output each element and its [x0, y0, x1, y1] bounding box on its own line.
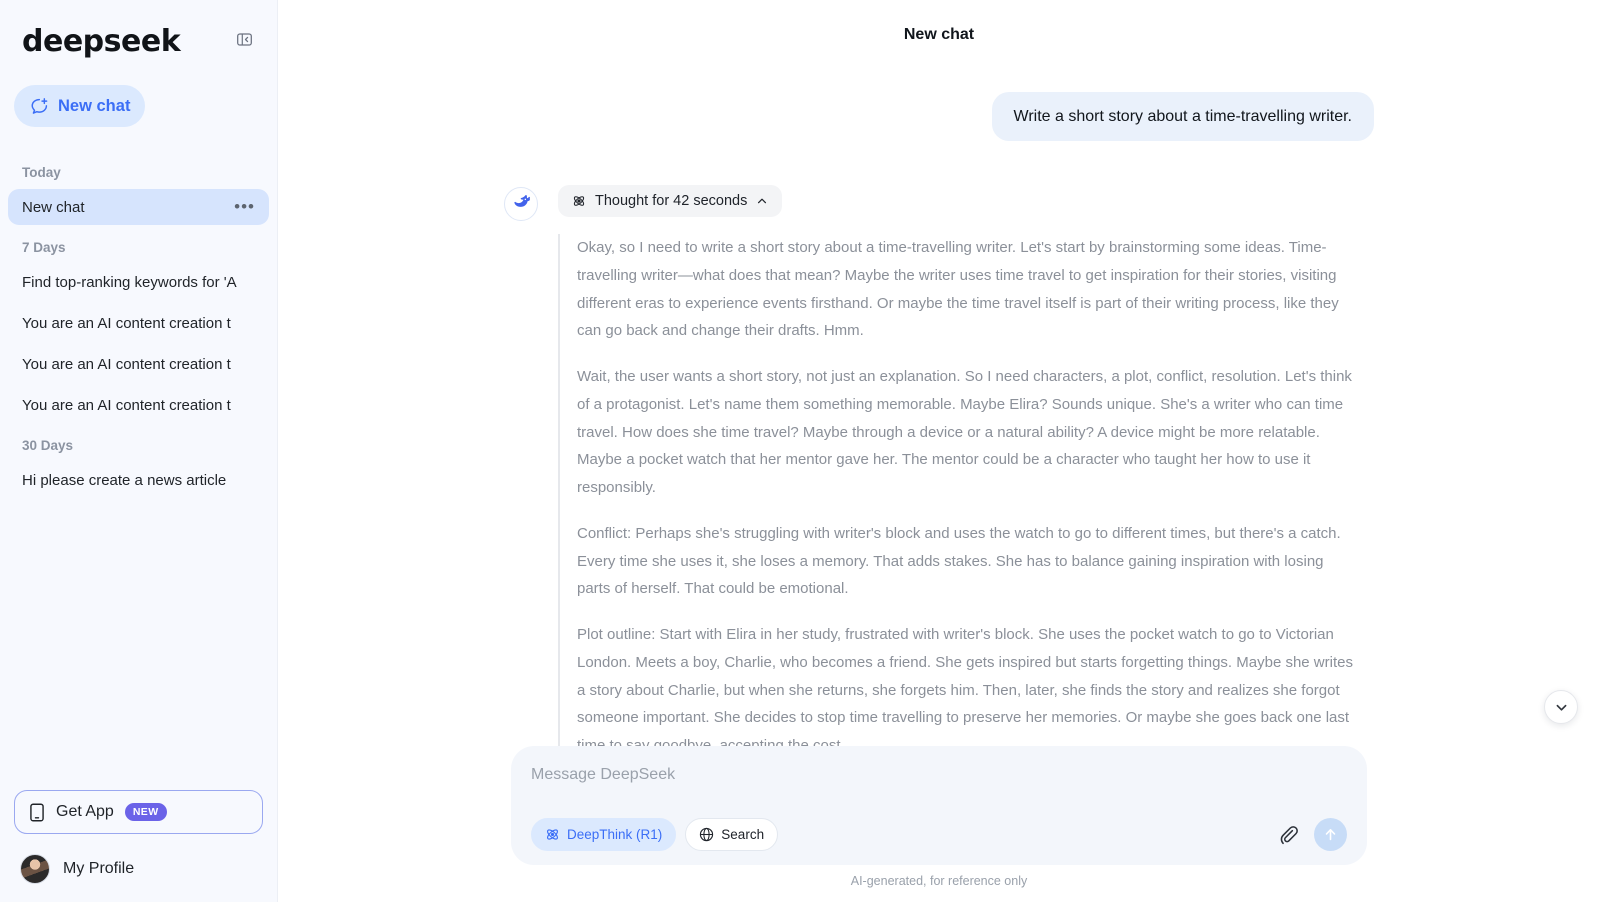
profile-label: My Profile — [63, 860, 135, 877]
history-item[interactable]: You are an AI content creation t — [8, 346, 269, 382]
history-group-label: Today — [22, 165, 61, 180]
ellipsis-icon[interactable]: ••• — [234, 198, 255, 215]
thinking-paragraph: Plot outline: Start with Elira in her st… — [577, 626, 1353, 754]
deepseek-app: deepseek New chat Today New chat ••• 7 D… — [0, 0, 1600, 902]
chat-header: New chat — [278, 0, 1600, 70]
sidebar-footer: Get App NEW My Profile — [0, 790, 277, 902]
history-group-label: 30 Days — [22, 438, 74, 453]
composer[interactable]: DeepThink (R1) Search — [511, 745, 1367, 865]
brand-logo[interactable]: deepseek — [22, 24, 181, 59]
message-input[interactable] — [531, 763, 1347, 786]
history-item[interactable]: You are an AI content creation t — [8, 305, 269, 341]
chevron-up-icon — [758, 198, 767, 204]
search-toggle-button[interactable]: Search — [685, 818, 779, 851]
assistant-message-row: Thought for 42 seconds Okay, so I need t… — [504, 185, 1374, 760]
history-group-today: Today New chat ••• — [8, 155, 269, 225]
thinking-paragraph: Okay, so I need to write a short story a… — [577, 239, 1339, 340]
new-chat-plus-icon — [31, 97, 48, 114]
brand-name: deepseek — [22, 24, 181, 59]
user-message-row: Write a short story about a time-travell… — [504, 92, 1374, 142]
history-item-title: You are an AI content creation t — [22, 396, 231, 414]
atom-thinking-icon — [573, 196, 585, 206]
history-item-new-chat[interactable]: New chat ••• — [8, 189, 269, 225]
new-badge: NEW — [124, 803, 167, 821]
history-group-label: 7 Days — [22, 240, 66, 255]
send-message-button[interactable] — [1314, 818, 1347, 851]
deepseek-whale-avatar-icon — [513, 194, 530, 207]
history-item-title: You are an AI content creation t — [22, 355, 231, 373]
avatar — [20, 854, 50, 884]
main-panel: New chat Write a short story about a tim… — [278, 0, 1600, 902]
history-item[interactable]: You are an AI content creation t — [8, 387, 269, 423]
get-app-label: Get App — [56, 803, 114, 820]
history-item-title: New chat — [22, 198, 85, 216]
attach-file-button[interactable] — [1278, 825, 1298, 845]
history-item-title: Find top-ranking keywords for 'A — [22, 273, 237, 291]
atom-icon — [547, 829, 558, 840]
history-item-title: Hi please create a news article — [22, 471, 227, 489]
deepthink-label: DeepThink (R1) — [567, 827, 663, 842]
paperclip-icon — [1280, 825, 1298, 844]
get-app-button[interactable]: Get App NEW — [14, 790, 263, 834]
new-chat-button[interactable]: New chat — [14, 85, 145, 127]
assistant-avatar — [504, 187, 538, 222]
sidebar-collapse-button[interactable] — [231, 26, 257, 52]
thought-summary-toggle[interactable]: Thought for 42 seconds — [558, 185, 783, 218]
thinking-paragraph: Wait, the user wants a short story, not … — [577, 368, 1352, 497]
history-group-7-days: 7 Days Find top-ranking keywords for 'A … — [8, 230, 269, 423]
thinking-block: Okay, so I need to write a short story a… — [558, 234, 1358, 760]
chat-history-list: Today New chat ••• 7 Days Find top-ranki… — [0, 155, 277, 790]
user-message-bubble: Write a short story about a time-travell… — [991, 92, 1374, 142]
globe-icon — [700, 827, 714, 842]
deepthink-toggle-button[interactable]: DeepThink (R1) — [531, 818, 677, 851]
mobile-phone-icon — [30, 803, 44, 821]
panel-collapse-icon — [236, 32, 252, 46]
arrow-up-icon — [1325, 829, 1336, 841]
history-item[interactable]: Find top-ranking keywords for 'A — [8, 264, 269, 300]
assistant-content: Thought for 42 seconds Okay, so I need t… — [558, 185, 1374, 760]
history-item[interactable]: Hi please create a news article — [8, 462, 269, 498]
chevron-down-icon — [1556, 704, 1566, 711]
thought-summary-label: Thought for 42 seconds — [595, 193, 748, 210]
thread-inner: Write a short story about a time-travell… — [504, 92, 1374, 760]
composer-tools: DeepThink (R1) Search — [531, 818, 779, 851]
sidebar: deepseek New chat Today New chat ••• 7 D… — [0, 0, 278, 902]
profile-button[interactable]: My Profile — [14, 850, 263, 888]
disclaimer-text: AI-generated, for reference only — [850, 874, 1028, 888]
scroll-to-bottom-button[interactable] — [1544, 690, 1578, 724]
history-item-title: You are an AI content creation t — [22, 314, 231, 332]
thinking-paragraph: Conflict: Perhaps she's struggling with … — [577, 524, 1341, 598]
search-label: Search — [721, 827, 765, 842]
page-title: New chat — [903, 26, 975, 43]
new-chat-label: New chat — [58, 96, 131, 115]
sidebar-header: deepseek — [0, 0, 277, 59]
composer-toolbar: DeepThink (R1) Search — [531, 818, 1347, 851]
composer-actions — [1278, 818, 1347, 851]
composer-area: DeepThink (R1) Search — [278, 745, 1600, 902]
history-group-30-days: 30 Days Hi please create a news article — [8, 428, 269, 498]
